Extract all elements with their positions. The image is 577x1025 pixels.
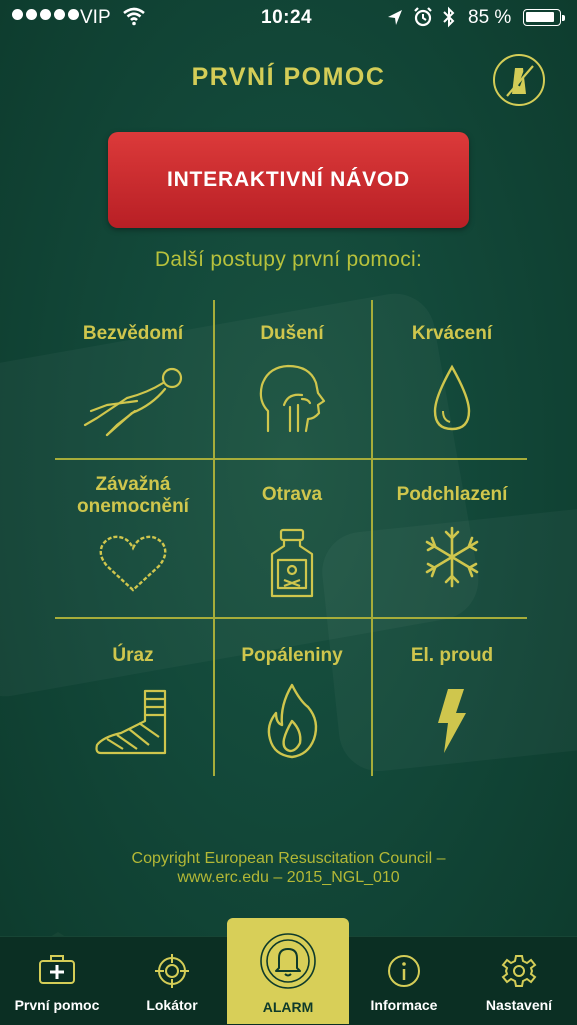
heart-icon [99,535,167,592]
metronome-off-icon [506,65,534,97]
metronome-off-button[interactable] [493,54,545,106]
procedure-serious-illness[interactable]: Závažná onemocnění [58,474,208,614]
battery-percent: 85 % [468,7,512,28]
procedure-poisoning[interactable]: Otrava [217,484,367,614]
gear-icon [501,955,537,987]
crosshair-icon [155,954,189,988]
procedure-choking[interactable]: Dušení [217,323,367,453]
bandaged-foot-icon [95,689,167,755]
procedure-label: Dušení [260,323,324,344]
wifi-icon [123,7,145,26]
procedure-label: Otrava [261,484,323,505]
choking-head-icon [259,364,326,433]
procedure-injury[interactable]: Úraz [58,645,208,775]
tab-first-aid[interactable]: První pomoc [0,937,114,1025]
tab-alarm[interactable]: ALARM [227,918,349,1024]
procedure-unconscious[interactable]: Bezvědomí [58,323,208,453]
tab-information[interactable]: Informace [347,937,461,1025]
procedure-electric-shock[interactable]: El. proud [377,645,527,775]
tab-label: Lokátor [146,997,198,1013]
grid-divider [55,458,527,460]
snowflake-icon [425,526,479,588]
tab-label: Nastavení [485,997,553,1013]
tab-label: Informace [370,997,438,1013]
procedure-hypothermia[interactable]: Podchlazení [377,484,527,614]
battery-icon [523,9,565,26]
copyright-line-1: Copyright European Resuscitation Council… [131,850,446,867]
procedure-burns[interactable]: Popáleniny [217,645,367,775]
tab-label: ALARM [262,999,314,1015]
tab-settings[interactable]: Nastavení [461,937,577,1025]
grid-divider [213,300,215,776]
bluetooth-icon [443,6,455,28]
procedure-bleeding[interactable]: Krvácení [377,323,527,453]
procedure-label: Krvácení [411,323,493,344]
location-icon [388,10,402,25]
copyright-notice: Copyright European Resuscitation Council… [0,849,577,887]
grid-divider [55,617,527,619]
lightning-icon [438,689,466,753]
page-title: PRVNÍ POMOC [191,63,386,91]
grid-divider [371,300,373,776]
procedure-label: Bezvědomí [82,323,184,344]
procedure-label: Podchlazení [396,484,508,505]
tab-locator[interactable]: Lokátor [114,937,230,1025]
procedure-label: Popáleniny [241,645,343,666]
poison-bottle-icon [270,528,314,598]
procedure-label: El. proud [410,645,494,666]
section-title: Další postupy první pomoci: [154,248,423,271]
interactive-guide-button[interactable]: INTERAKTIVNÍ NÁVOD [108,132,469,228]
blood-drop-icon [433,364,471,431]
alarm-clock-icon [414,7,432,27]
bell-icon [260,933,316,989]
status-time: 10:24 [261,7,313,28]
procedure-label: Úraz [112,645,154,666]
signal-dots-icon [12,9,79,20]
unconscious-person-icon [83,367,183,437]
flame-icon [267,683,318,759]
info-icon [388,955,420,987]
procedure-label: Závažná onemocnění [77,474,189,517]
status-bar: VIP 10:24 85 % [0,0,577,38]
carrier-label: VIP [80,7,111,28]
tab-label: První pomoc [14,997,100,1013]
copyright-line-2: www.erc.edu – 2015_NGL_010 [177,869,400,886]
first-aid-kit-icon [39,955,75,984]
